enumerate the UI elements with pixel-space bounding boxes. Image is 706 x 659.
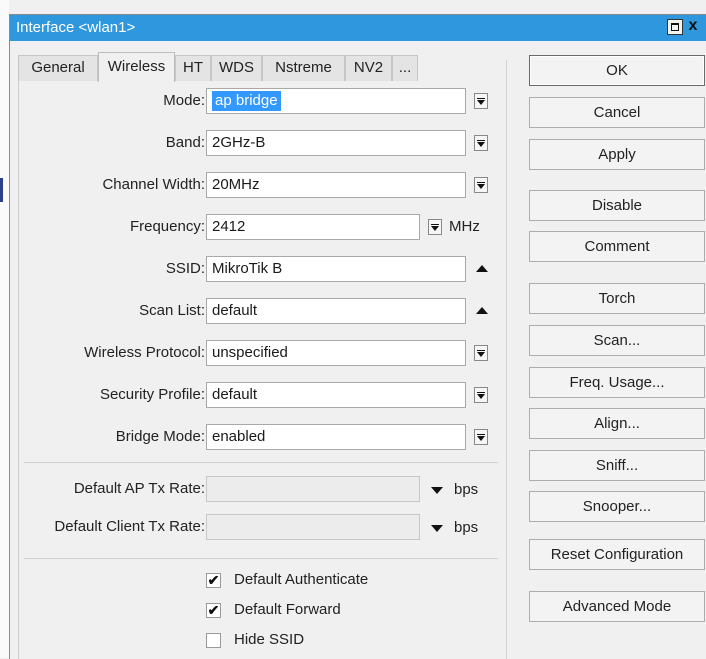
- snooper-button[interactable]: Snooper...: [529, 491, 705, 522]
- sniff-button[interactable]: Sniff...: [529, 450, 705, 481]
- comment-button[interactable]: Comment: [529, 231, 705, 262]
- wireless-protocol-label: Wireless Protocol:: [84, 344, 205, 361]
- default-ap-tx-rate-unit: bps: [454, 481, 479, 498]
- default-client-tx-rate-input[interactable]: [206, 514, 420, 540]
- security-profile-select[interactable]: default: [206, 382, 466, 408]
- window-title: Interface <wlan1>: [16, 19, 136, 36]
- scan-list-collapse-icon[interactable]: [476, 307, 488, 314]
- ssid-label: SSID:: [165, 260, 205, 277]
- band-dropdown-icon[interactable]: [473, 130, 489, 156]
- default-ap-tx-rate-label: Default AP Tx Rate:: [73, 480, 205, 497]
- tab-ht[interactable]: HT: [175, 55, 211, 81]
- section-separator: [24, 462, 498, 463]
- tab-more[interactable]: ...: [392, 55, 418, 81]
- frequency-label: Frequency:: [129, 218, 205, 235]
- apply-button[interactable]: Apply: [529, 139, 705, 170]
- bridge-mode-label: Bridge Mode:: [115, 428, 205, 445]
- bridge-mode-dropdown-icon[interactable]: [473, 424, 489, 450]
- background-accent: [0, 178, 3, 202]
- default-ap-tx-rate-dropdown-icon[interactable]: [431, 487, 443, 494]
- section-separator: [24, 558, 498, 559]
- security-profile-label: Security Profile:: [99, 386, 205, 403]
- frequency-unit: MHz: [449, 218, 480, 235]
- default-client-tx-rate-unit: bps: [454, 519, 479, 536]
- title-bar[interactable]: Interface <wlan1> x: [10, 15, 706, 41]
- scan-button[interactable]: Scan...: [529, 325, 705, 356]
- frequency-select[interactable]: 2412: [206, 214, 420, 240]
- wireless-protocol-select[interactable]: unspecified: [206, 340, 466, 366]
- ok-button[interactable]: OK: [529, 55, 705, 86]
- scan-list-input[interactable]: default: [206, 298, 466, 324]
- security-profile-dropdown-icon[interactable]: [473, 382, 489, 408]
- ssid-input[interactable]: MikroTik B: [206, 256, 466, 282]
- interface-dialog: Interface <wlan1> x General Wireless HT …: [9, 14, 706, 659]
- default-ap-tx-rate-input[interactable]: [206, 476, 420, 502]
- mode-value: ap bridge: [212, 91, 281, 111]
- close-icon[interactable]: x: [686, 18, 700, 35]
- torch-button[interactable]: Torch: [529, 283, 705, 314]
- tab-nv2[interactable]: NV2: [345, 55, 392, 81]
- hide-ssid-checkbox[interactable]: [206, 633, 221, 648]
- default-forward-label: Default Forward: [234, 601, 341, 618]
- freq-usage-button[interactable]: Freq. Usage...: [529, 367, 705, 398]
- default-client-tx-rate-label: Default Client Tx Rate:: [54, 518, 205, 535]
- align-button[interactable]: Align...: [529, 408, 705, 439]
- hide-ssid-label: Hide SSID: [234, 631, 305, 648]
- mode-label: Mode:: [163, 92, 205, 109]
- scan-list-label: Scan List:: [139, 302, 205, 319]
- maximize-icon[interactable]: [667, 19, 683, 35]
- band-label: Band:: [165, 134, 205, 151]
- button-column-divider: [506, 60, 507, 659]
- cancel-button[interactable]: Cancel: [529, 97, 705, 128]
- mode-dropdown-icon[interactable]: [473, 88, 489, 114]
- disable-button[interactable]: Disable: [529, 190, 705, 221]
- bridge-mode-select[interactable]: enabled: [206, 424, 466, 450]
- channel-width-select[interactable]: 20MHz: [206, 172, 466, 198]
- tab-wireless[interactable]: Wireless: [98, 52, 175, 82]
- channel-width-dropdown-icon[interactable]: [473, 172, 489, 198]
- default-client-tx-rate-dropdown-icon[interactable]: [431, 525, 443, 532]
- default-authenticate-label: Default Authenticate: [234, 571, 369, 588]
- tab-wds[interactable]: WDS: [211, 55, 262, 81]
- reset-configuration-button[interactable]: Reset Configuration: [529, 539, 705, 570]
- ssid-collapse-icon[interactable]: [476, 265, 488, 272]
- background-window-edge: [0, 0, 9, 658]
- default-authenticate-checkbox[interactable]: ✔: [206, 573, 221, 588]
- default-forward-checkbox[interactable]: ✔: [206, 603, 221, 618]
- tab-general[interactable]: General: [18, 55, 98, 81]
- band-select[interactable]: 2GHz-B: [206, 130, 466, 156]
- wireless-protocol-dropdown-icon[interactable]: [473, 340, 489, 366]
- advanced-mode-button[interactable]: Advanced Mode: [529, 591, 705, 622]
- tab-nstreme[interactable]: Nstreme: [262, 55, 345, 81]
- frequency-dropdown-icon[interactable]: [427, 214, 443, 240]
- mode-select[interactable]: ap bridge: [206, 88, 466, 114]
- channel-width-label: Channel Width:: [102, 176, 205, 193]
